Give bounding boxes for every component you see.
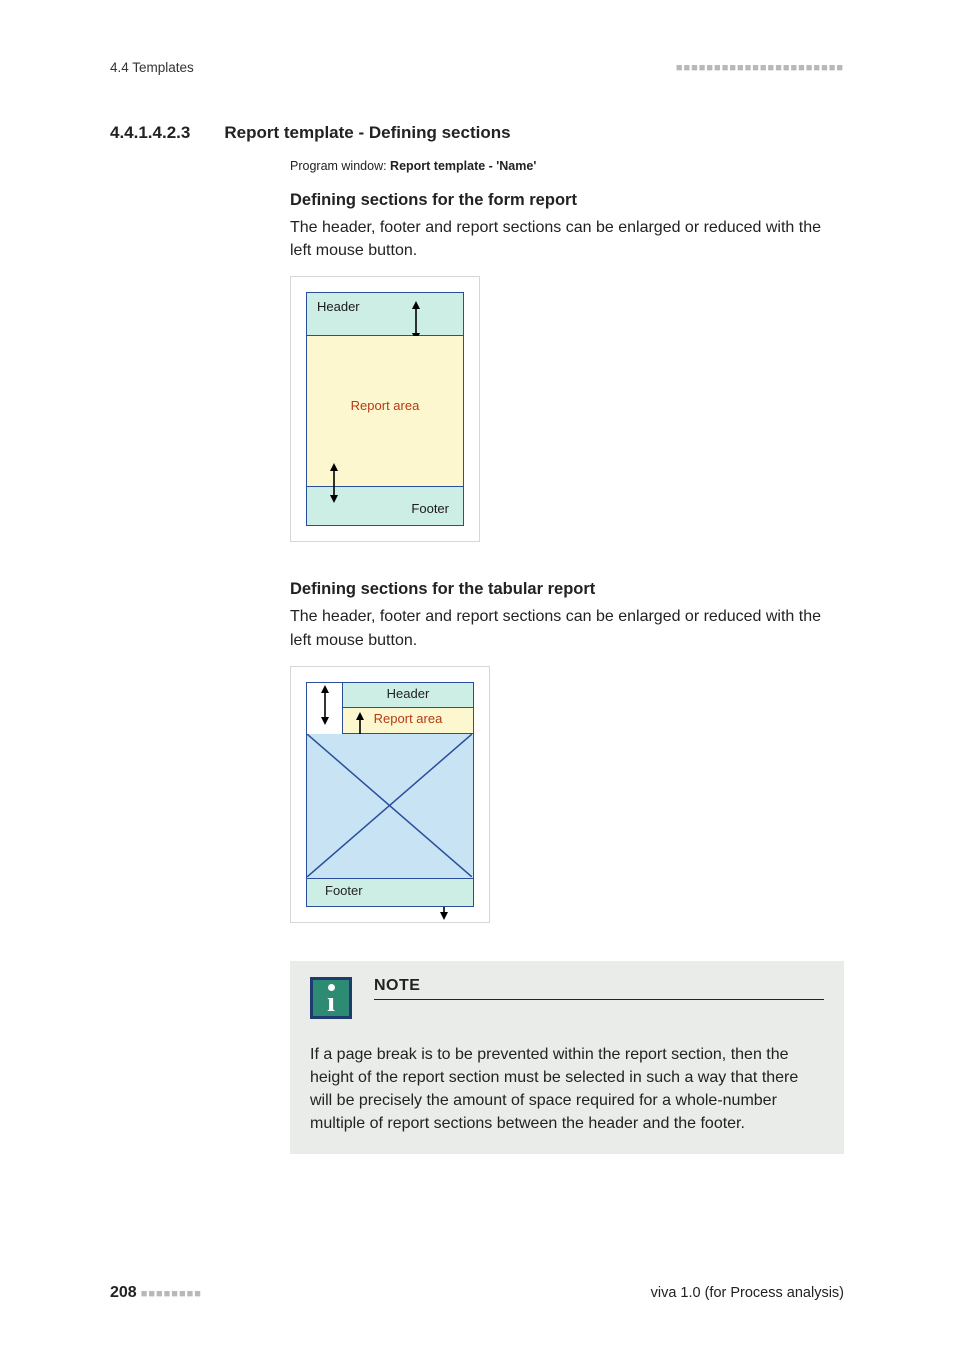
diag1-footer-label: Footer [411, 501, 449, 516]
resize-arrow-icon [409, 301, 423, 341]
diag2-area-label: Report area [374, 711, 443, 726]
tabular-report-figure: Header Report area [290, 666, 490, 923]
note-divider [374, 999, 824, 1000]
info-icon: ı [310, 977, 352, 1019]
running-head-left: 4.4 Templates [110, 60, 194, 75]
note-title: NOTE [374, 977, 824, 995]
note-body: If a page break is to be prevented withi… [310, 1043, 824, 1136]
section-heading-row: 4.4.1.4.2.3 Report template - Defining s… [110, 123, 844, 143]
diag2-footer: Footer [306, 879, 474, 907]
diag2-header: Header [343, 683, 473, 708]
diag2-midleft [307, 708, 343, 734]
section-title: Report template - Defining sections [224, 123, 510, 143]
sub-form-body: The header, footer and report sections c… [290, 216, 844, 262]
header-dots: ■■■■■■■■■■■■■■■■■■■■■■ [676, 62, 844, 74]
diag2-footer-label: Footer [325, 883, 363, 898]
footer-right: viva 1.0 (for Process analysis) [651, 1285, 844, 1301]
section-number: 4.4.1.4.2.3 [110, 123, 190, 143]
note-box: ı NOTE If a page break is to be prevente… [290, 961, 844, 1154]
diag1-header-label: Header [317, 299, 360, 314]
running-header: 4.4 Templates ■■■■■■■■■■■■■■■■■■■■■■ [110, 60, 844, 75]
page-footer: 208 ■■■■■■■■ viva 1.0 (for Process analy… [110, 1284, 844, 1302]
sub-tab-body: The header, footer and report sections c… [290, 605, 844, 651]
program-window-line: Program window: Report template - 'Name' [290, 159, 844, 173]
sub-tab-heading: Defining sections for the tabular report [290, 580, 844, 599]
diag1-area-label: Report area [351, 398, 420, 413]
program-prefix: Program window: [290, 159, 390, 173]
diag2-report-area: Report area [343, 708, 473, 734]
form-report-figure: Header Report area [290, 276, 480, 542]
sub-form-heading: Defining sections for the form report [290, 191, 844, 210]
diag1-footer: Footer [306, 486, 464, 526]
diag2-body-cross [306, 734, 474, 879]
diag1-header: Header [306, 292, 464, 336]
page-number: 208 [110, 1284, 137, 1301]
diag2-header-label: Header [387, 686, 430, 701]
program-bold: Report template - 'Name' [390, 159, 536, 173]
footer-dots: ■■■■■■■■ [141, 1288, 202, 1300]
diag2-topleft [307, 683, 343, 708]
resize-arrow-icon [327, 463, 341, 503]
